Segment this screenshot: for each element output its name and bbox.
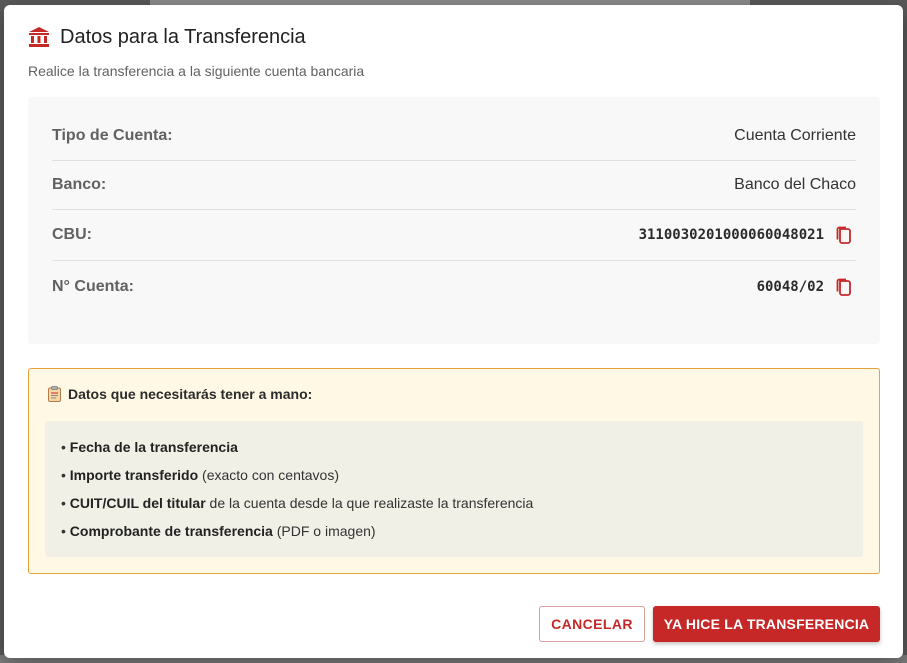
list-item: • CUIT/CUIL del titular de la cuenta des… <box>61 495 534 511</box>
dialog-title: Datos para la Transferencia <box>28 25 306 49</box>
list-item: • Comprobante de transferencia (PDF o im… <box>61 523 376 539</box>
bank-name-value: Banco del Chaco <box>734 176 856 193</box>
list-item: • Fecha de la transferencia <box>61 439 238 455</box>
cbu-label: CBU: <box>52 226 92 243</box>
account-number-value: 60048/02 <box>756 278 824 295</box>
cancel-button[interactable]: CANCELAR <box>539 606 645 642</box>
copy-icon <box>836 226 851 244</box>
bank-account-card: Tipo de Cuenta: Cuenta Corriente Banco: … <box>28 97 880 344</box>
bank-name-label: Banco: <box>52 176 107 193</box>
confirm-transfer-button[interactable]: YA HICE LA TRANSFERENCIA <box>653 606 880 642</box>
account-number-label: N° Cuenta: <box>52 277 134 295</box>
copy-cbu-button[interactable] <box>832 223 856 247</box>
account-type-row: Tipo de Cuenta: Cuenta Corriente <box>52 112 856 161</box>
list-item: • Importe transferido (exacto con centav… <box>61 467 340 483</box>
required-info-box: Datos que necesitarás tener a mano: • Fe… <box>28 368 880 574</box>
account-type-value: Cuenta Corriente <box>734 127 856 144</box>
copy-account-number-button[interactable] <box>832 275 856 299</box>
dialog-subtitle: Realice la transferencia a la siguiente … <box>28 63 365 79</box>
copy-icon <box>836 278 851 296</box>
clipboard-icon <box>47 386 62 402</box>
cbu-row: CBU: 3110030201000060048021 <box>52 210 856 261</box>
bank-name-row: Banco: Banco del Chaco <box>52 161 856 210</box>
bank-icon <box>28 26 50 48</box>
transfer-dialog: Datos para la Transferencia Realice la t… <box>4 5 903 658</box>
cbu-value: 3110030201000060048021 <box>638 227 824 243</box>
required-info-heading-text: Datos que necesitarás tener a mano: <box>68 386 313 402</box>
account-type-label: Tipo de Cuenta: <box>52 127 173 144</box>
required-info-list: • Fecha de la transferencia • Importe tr… <box>45 421 863 557</box>
account-number-row: N° Cuenta: 60048/02 <box>52 261 856 312</box>
dialog-title-text: Datos para la Transferencia <box>60 25 306 48</box>
required-info-heading: Datos que necesitarás tener a mano: <box>47 386 312 402</box>
